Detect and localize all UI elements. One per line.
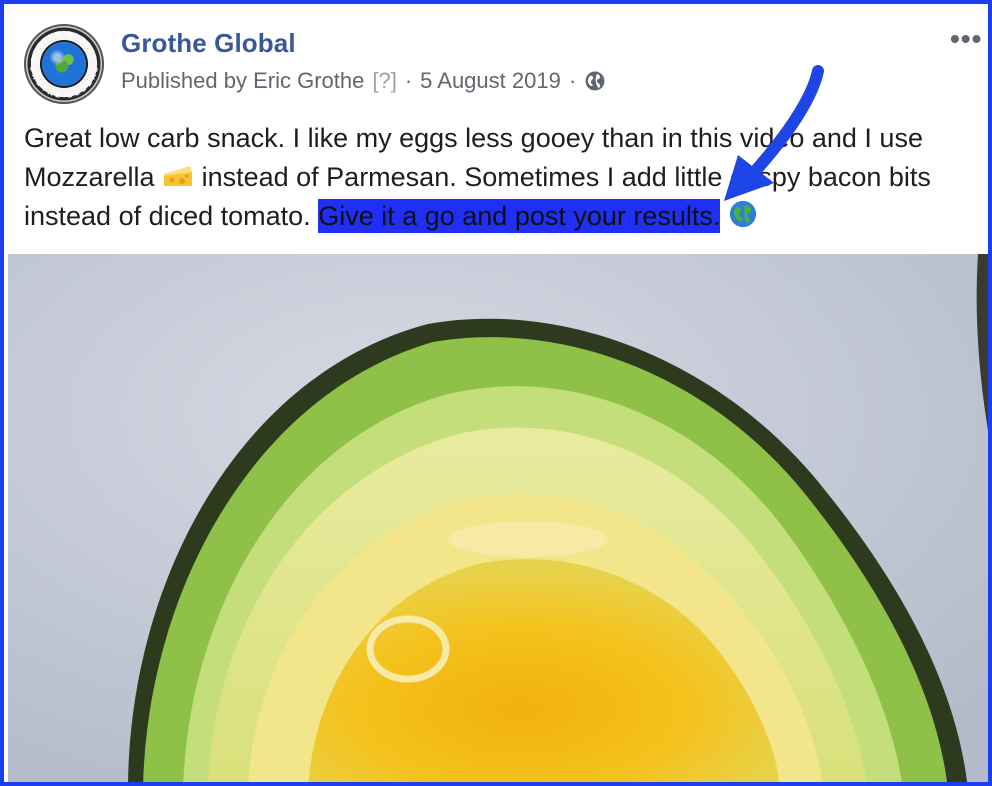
post-date[interactable]: 5 August 2019 bbox=[420, 68, 561, 94]
globe-icon[interactable] bbox=[584, 70, 606, 92]
avocado-egg-image bbox=[8, 254, 988, 782]
cheese-emoji bbox=[162, 162, 194, 190]
help-marker[interactable]: [?] bbox=[372, 68, 396, 94]
annotation-arrow-icon bbox=[724, 65, 824, 201]
post-image-avocado-egg[interactable] bbox=[8, 254, 988, 782]
highlighted-text: Give it a go and post your results. bbox=[318, 199, 721, 233]
earth-icon bbox=[42, 42, 86, 86]
page-avatar[interactable]: GROTHE GLOBAL GROTHE GLOBAL bbox=[24, 24, 104, 104]
post-meta: Published by Eric Grothe [?] · 5 August … bbox=[121, 68, 606, 94]
more-options-icon[interactable]: ••• bbox=[950, 25, 986, 53]
published-by[interactable]: Published by Eric Grothe bbox=[121, 68, 364, 94]
meta-separator-2: · bbox=[568, 68, 577, 93]
meta-separator-1: · bbox=[404, 68, 413, 93]
post-card: GROTHE GLOBAL GROTHE GLOBAL Grothe Globa… bbox=[0, 0, 992, 786]
page-name-link[interactable]: Grothe Global bbox=[121, 28, 296, 59]
